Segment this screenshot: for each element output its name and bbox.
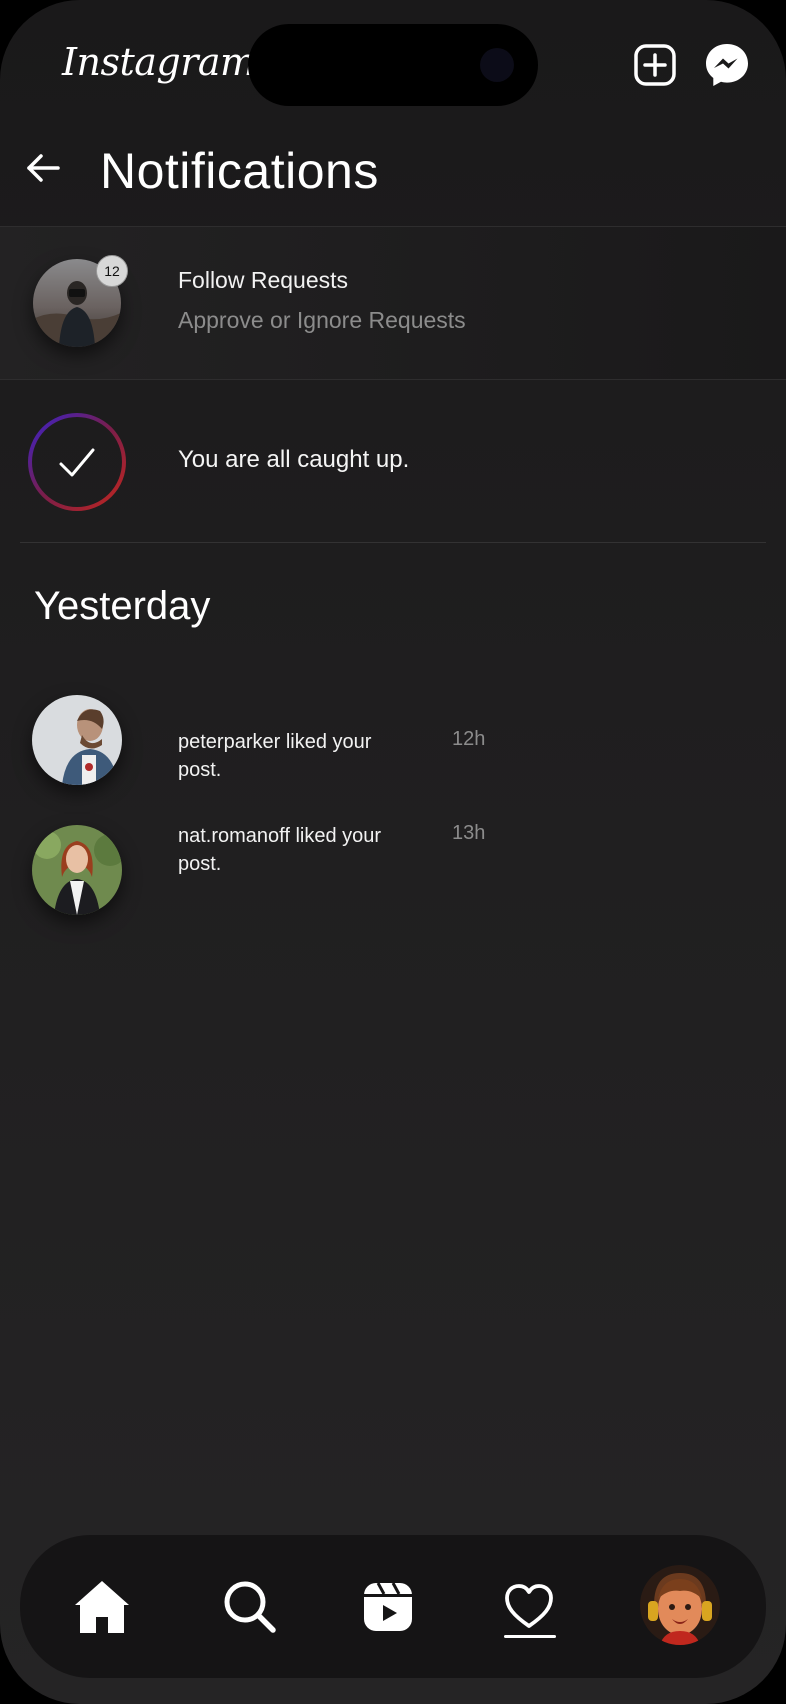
bottom-tab-bar <box>20 1535 766 1678</box>
page-title: Notifications <box>100 143 379 199</box>
notification-item[interactable]: nat.romanoff liked your post. 13h <box>0 818 786 928</box>
user-avatar-natromanoff[interactable] <box>32 825 122 915</box>
follow-requests-subtitle: Approve or Ignore Requests <box>178 307 466 333</box>
caught-up-ring <box>28 413 126 511</box>
notification-item[interactable]: peterparker liked your post. 12h <box>0 688 786 798</box>
tab-search[interactable] <box>216 1573 284 1641</box>
check-icon <box>59 448 95 477</box>
messenger-icon <box>706 44 748 86</box>
active-tab-indicator <box>504 1635 556 1638</box>
user-avatar-peterparker[interactable] <box>32 695 122 785</box>
app-screen: Instagram Notifications 12 Follow Reques… <box>0 0 786 1704</box>
section-title-yesterday: Yesterday <box>34 584 211 628</box>
tab-reels[interactable] <box>354 1573 422 1641</box>
back-button[interactable] <box>24 148 64 188</box>
caught-up-row: You are all caught up. <box>0 378 786 542</box>
reels-icon <box>364 1582 412 1631</box>
profile-avatar <box>640 1565 720 1645</box>
new-post-button[interactable] <box>630 40 680 90</box>
follow-requests-count-badge: 12 <box>96 255 128 287</box>
notification-time: 13h <box>452 822 486 844</box>
top-bar: Instagram <box>0 0 786 120</box>
tab-profile[interactable] <box>640 1565 720 1645</box>
notification-text: peterparker liked your post. <box>178 731 372 781</box>
instagram-logo[interactable]: Instagram <box>62 40 256 84</box>
search-icon <box>224 1581 276 1633</box>
caught-up-text: You are all caught up. <box>178 446 410 473</box>
notifications-header: Notifications <box>0 120 786 226</box>
tab-home[interactable] <box>68 1573 136 1641</box>
front-camera <box>480 48 514 82</box>
divider <box>20 542 766 543</box>
plus-square-icon <box>634 44 676 86</box>
follow-requests-title: Follow Requests <box>178 267 349 293</box>
notification-time: 12h <box>452 728 486 750</box>
home-icon <box>75 1581 129 1633</box>
notification-text: nat.romanoff liked your post. <box>178 825 382 875</box>
heart-icon <box>505 1584 553 1628</box>
follow-requests-row[interactable]: 12 Follow Requests Approve or Ignore Req… <box>0 226 786 380</box>
dynamic-island <box>248 24 538 106</box>
messenger-button[interactable] <box>702 40 752 90</box>
tab-activity[interactable] <box>495 1573 563 1641</box>
arrow-left-icon <box>27 154 60 182</box>
